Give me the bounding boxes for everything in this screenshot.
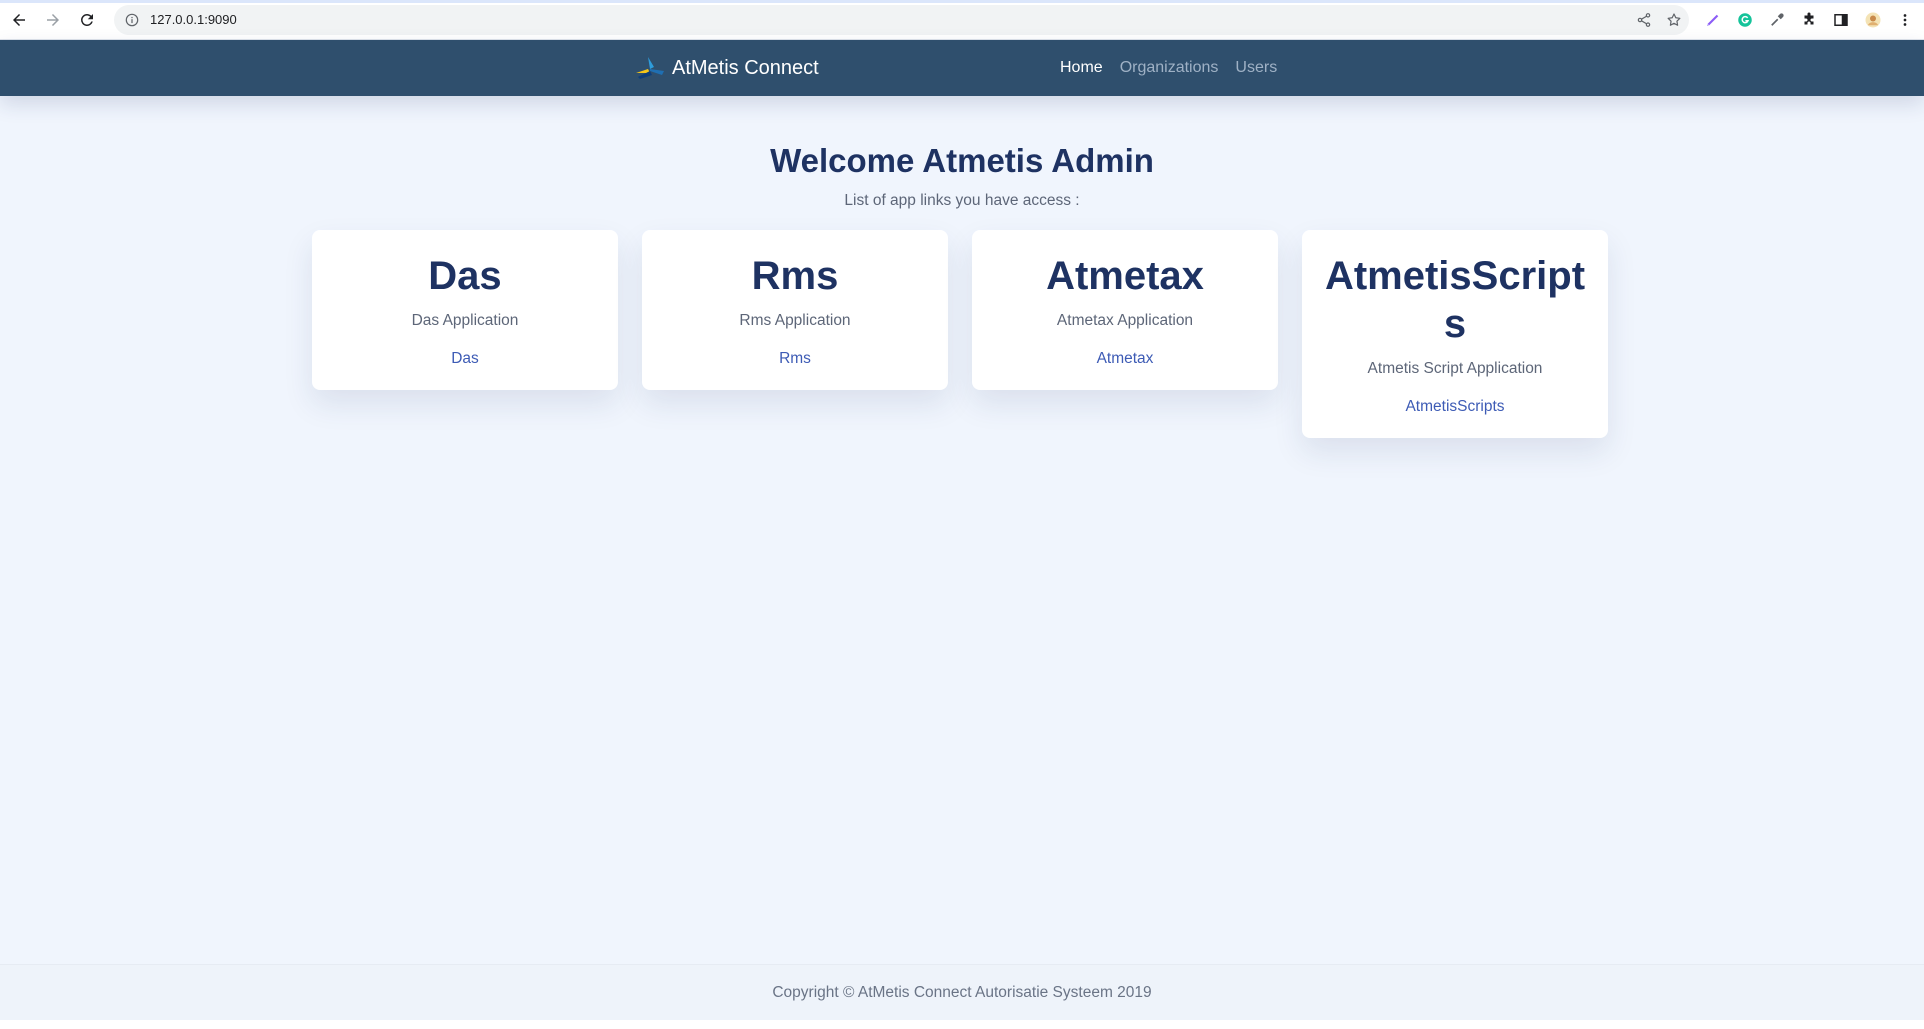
info-icon[interactable] — [124, 12, 140, 28]
back-button[interactable] — [4, 5, 34, 35]
reload-button[interactable] — [72, 5, 102, 35]
arrow-left-icon — [13, 13, 25, 26]
nav-home[interactable]: Home — [1060, 59, 1103, 77]
app-card-atmetisscripts: AtmetisScripts Atmetis Script Applicatio… — [1302, 230, 1608, 438]
url-text[interactable]: 127.0.0.1:9090 — [150, 12, 237, 27]
app-card-description: Das Application — [411, 312, 519, 329]
bottom-strip — [0, 1020, 1924, 1029]
app-card-das: Das Das Application Das — [312, 230, 618, 390]
address-bar[interactable]: 127.0.0.1:9090 — [114, 4, 1689, 35]
puzzle-icon[interactable] — [1793, 4, 1825, 36]
pen-extension-icon[interactable] — [1697, 4, 1729, 36]
brand-name: AtMetis Connect — [672, 56, 819, 79]
app-link-rms[interactable]: Rms — [779, 350, 811, 368]
browser-toolbar: 127.0.0.1:9090 — [0, 0, 1924, 40]
nav-users[interactable]: Users — [1235, 59, 1277, 77]
app-card-rms: Rms Rms Application Rms — [642, 230, 948, 390]
brand-link[interactable]: AtMetis Connect — [634, 40, 819, 96]
app-card-description: Rms Application — [739, 312, 851, 329]
more-vertical-icon[interactable] — [1889, 4, 1921, 36]
app-navbar: AtMetis Connect Home Organizations Users — [0, 40, 1924, 96]
page-subtitle: List of app links you have access : — [844, 192, 1080, 209]
app-link-das[interactable]: Das — [451, 350, 479, 368]
page-load-bar — [0, 0, 1924, 3]
star-icon[interactable] — [1659, 5, 1689, 35]
app-card-title: Das — [428, 254, 502, 298]
copyright-text: Copyright © AtMetis Connect Autorisatie … — [772, 983, 1152, 1001]
sidepanel-icon[interactable] — [1825, 4, 1857, 36]
app-cards: Das Das Application Das Rms Rms Applicat… — [312, 230, 1608, 438]
app-link-atmetisscripts[interactable]: AtmetisScripts — [1405, 398, 1504, 416]
app-card-title: Rms — [751, 254, 839, 298]
share-icon[interactable] — [1629, 5, 1659, 35]
atmetis-logo-icon — [636, 57, 664, 79]
app-link-atmetax[interactable]: Atmetax — [1097, 350, 1154, 368]
app-card-description: Atmetax Application — [1056, 312, 1194, 329]
reload-icon — [81, 13, 93, 26]
page-title: Welcome Atmetis Admin — [770, 142, 1154, 179]
eyedropper-icon[interactable] — [1761, 4, 1793, 36]
main-nav: Home Organizations Users — [1060, 40, 1294, 96]
arrow-right-icon — [47, 13, 59, 26]
app-card-title: Atmetax — [1046, 254, 1204, 298]
forward-button[interactable] — [38, 5, 68, 35]
profile-avatar[interactable] — [1857, 4, 1889, 36]
grammarly-icon[interactable] — [1729, 4, 1761, 36]
app-card-title: AtmetisScripts — [1324, 254, 1586, 346]
page-footer: Copyright © AtMetis Connect Autorisatie … — [0, 964, 1924, 1020]
nav-organizations[interactable]: Organizations — [1120, 59, 1219, 77]
app-card-description: Atmetis Script Application — [1367, 360, 1543, 377]
app-card-atmetax: Atmetax Atmetax Application Atmetax — [972, 230, 1278, 390]
